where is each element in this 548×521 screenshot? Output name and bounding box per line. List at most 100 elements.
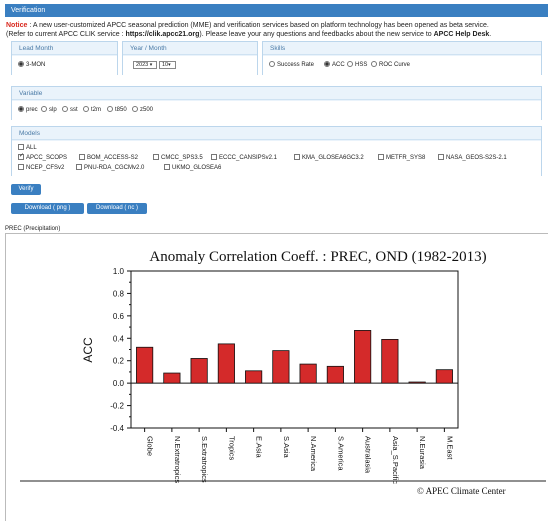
model-label: UKMO_GLOSEA6: [172, 165, 222, 171]
bar: [381, 339, 399, 384]
variable-option-label: t2m: [91, 107, 102, 113]
bar: [272, 350, 290, 384]
skill-success-rate[interactable]: Success Rate: [269, 61, 314, 69]
notice-text-2c: .: [489, 31, 492, 38]
model-metfr-sys8[interactable]: METFR_SYS8: [378, 154, 425, 162]
chart-title: Anomaly Correlation Coeff. : PREC, OND (…: [149, 249, 486, 265]
skill-acc[interactable]: ACC: [324, 61, 345, 69]
model-bom-access-s2[interactable]: BOM_ACCESS-S2: [79, 154, 138, 162]
model-cmcc-sps35[interactable]: CMCC_SPS3.5: [153, 154, 203, 162]
lead-month-body: 3-MON: [12, 56, 117, 75]
variable-option-label: sst: [70, 107, 78, 113]
radio-icon[interactable]: [347, 61, 353, 68]
x-tick-label: N.Extratropics: [173, 436, 182, 483]
radio-icon[interactable]: [41, 106, 47, 113]
verify-button[interactable]: Verify: [11, 184, 41, 195]
download-nc-button[interactable]: Download ( nc ): [87, 203, 147, 214]
chevron-down-icon: ▾: [149, 62, 153, 68]
model-apcc-scops[interactable]: APCC_SCOPS: [18, 152, 68, 162]
y-tick-label: 0.8: [113, 289, 125, 298]
y-tick-label: 0.2: [113, 357, 125, 366]
model-ncep-cfsv2[interactable]: NCEP_CFSv2: [18, 164, 64, 172]
checkbox-icon[interactable]: [164, 164, 170, 171]
variable-option-label: z500: [140, 107, 154, 113]
notice-line-1: Notice : A new user-customized APCC seas…: [6, 21, 548, 30]
radio-icon[interactable]: [324, 61, 330, 68]
model-label: KMA_GLOSEA6GC3.2: [302, 155, 364, 161]
checkbox-icon[interactable]: [76, 164, 82, 171]
section-title-bar: Verification: [5, 4, 548, 17]
copyright-text: © APEC Climate Center: [417, 486, 506, 496]
radio-icon[interactable]: [83, 106, 89, 113]
chart-ylabel: ACC: [81, 337, 95, 363]
model-label: METFR_SYS8: [386, 155, 426, 161]
model-nasa-geos-s2s[interactable]: NASA_GEOS-S2S-2.1: [438, 154, 507, 162]
model-label: ECCC_CANSIPSv2.1: [219, 155, 278, 161]
plot-area: -0.4 -0.2 0.0 0.2 0.4 0.6 0.8 1.0 Globe N.Extratr…: [110, 267, 459, 484]
skill-label: ACC: [332, 62, 345, 68]
skill-label: Success Rate: [277, 62, 315, 68]
skills-body: Success Rate ACC HSS ROC Curve: [263, 56, 541, 75]
help-desk-link[interactable]: APCC Help Desk: [434, 31, 490, 38]
model-label: NASA_GEOS-S2S-2.1: [446, 155, 507, 161]
chart-container: Anomaly Correlation Coeff. : PREC, OND (…: [5, 233, 548, 521]
model-kma-glosea6gc32[interactable]: KMA_GLOSEA6GC3.2: [294, 154, 364, 162]
bar: [435, 369, 453, 384]
variable-t850[interactable]: t850: [107, 106, 127, 114]
skill-roc-curve[interactable]: ROC Curve: [371, 61, 410, 69]
radio-icon[interactable]: [269, 61, 275, 68]
variable-t2m[interactable]: t2m: [83, 106, 101, 114]
model-pnu-rda-cgcmv20[interactable]: PNU-RDA_CGCMv2.0: [76, 164, 144, 172]
model-label: ALL: [26, 145, 37, 151]
chevron-down-icon: ▾: [168, 62, 171, 68]
bar: [354, 330, 372, 384]
variable-prec[interactable]: prec: [18, 106, 38, 114]
checkbox-icon[interactable]: [153, 154, 159, 161]
radio-icon[interactable]: [107, 106, 113, 113]
skill-hss[interactable]: HSS: [347, 61, 367, 69]
model-all[interactable]: ALL: [18, 144, 37, 152]
models-panel: Models ALL APCC_SCOPS BOM_ACCESS-S2 CMCC…: [11, 126, 542, 176]
bar: [136, 346, 154, 384]
model-label: APCC_SCOPS: [26, 155, 68, 161]
y-tick-label: 0.4: [113, 334, 125, 343]
x-tick-label: Tropics: [227, 436, 236, 461]
checkbox-icon[interactable]: [18, 144, 24, 151]
year-select[interactable]: 2023 ▾: [133, 61, 157, 69]
variable-label: Variable: [12, 87, 541, 100]
download-png-button[interactable]: Download ( png ): [11, 203, 84, 214]
variable-option-label: t850: [115, 107, 127, 113]
notice-url-link[interactable]: https://clik.apcc21.org: [125, 31, 199, 38]
radio-icon[interactable]: [18, 106, 24, 113]
radio-icon[interactable]: [371, 61, 377, 68]
checkbox-icon[interactable]: [18, 152, 24, 161]
checkbox-icon[interactable]: [18, 164, 24, 171]
checkbox-icon[interactable]: [79, 154, 85, 161]
model-label: BOM_ACCESS-S2: [87, 155, 139, 161]
bar: [190, 358, 208, 384]
radio-icon[interactable]: [18, 61, 24, 68]
variable-sst[interactable]: sst: [62, 106, 78, 114]
model-label: PNU-RDA_CGCMv2.0: [84, 165, 145, 171]
variable-slp[interactable]: slp: [41, 106, 57, 114]
x-tick-label: S.Asia: [282, 436, 291, 459]
x-tick-label: Globe: [146, 436, 155, 456]
year-month-panel: Year / Month 2023 ▾ 10▾: [122, 41, 258, 75]
checkbox-icon[interactable]: [211, 154, 217, 161]
x-tick-label: S.America: [336, 436, 345, 471]
variable-panel: Variable prec slp sst t2m t850 z500: [11, 86, 542, 120]
checkbox-icon[interactable]: [294, 154, 300, 161]
y-tick-label: -0.4: [110, 424, 124, 433]
variable-z500[interactable]: z500: [132, 106, 153, 114]
lead-month-option[interactable]: 3-MON: [18, 61, 45, 69]
model-ukmo-glosea6[interactable]: UKMO_GLOSEA6: [164, 164, 221, 172]
notice-line-2: (Refer to current APCC CLIK service : ht…: [6, 30, 548, 39]
lead-month-label: Lead Month: [12, 42, 117, 55]
checkbox-icon[interactable]: [378, 154, 384, 161]
radio-icon[interactable]: [62, 106, 68, 113]
month-select[interactable]: 10▾: [159, 61, 176, 69]
checkbox-icon[interactable]: [438, 154, 444, 161]
year-select-value: 2023: [136, 62, 149, 68]
model-eccc-cansipsv21[interactable]: ECCC_CANSIPSv2.1: [211, 154, 277, 162]
radio-icon[interactable]: [132, 106, 138, 113]
